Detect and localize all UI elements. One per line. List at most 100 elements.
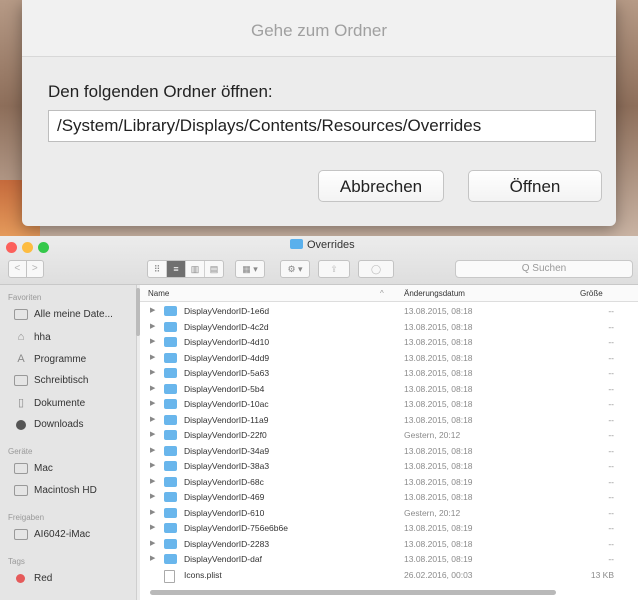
sidebar-item-mac[interactable]: Mac bbox=[14, 463, 53, 474]
desktop-icon bbox=[14, 375, 28, 386]
file-size: -- bbox=[608, 414, 614, 425]
disclosure-triangle-icon[interactable]: ▶ bbox=[150, 399, 155, 407]
sidebar-header-devices: Geräte bbox=[8, 447, 33, 456]
modified-date: 13.08.2015, 08:18 bbox=[404, 399, 473, 409]
list-view-button[interactable]: ≡ bbox=[167, 261, 186, 277]
table-row[interactable]: ▶ DisplayVendorID-4d10 13.08.2015, 08:18 -- bbox=[140, 334, 638, 349]
forward-button[interactable]: > bbox=[27, 261, 44, 277]
sidebar-item-applications[interactable]: A Programme bbox=[14, 353, 86, 365]
table-row[interactable]: ▶ DisplayVendorID-daf 13.08.2015, 08:19 -- bbox=[140, 551, 638, 566]
column-header-name[interactable]: Name bbox=[148, 289, 169, 298]
modified-date: 13.08.2015, 08:18 bbox=[404, 445, 473, 456]
sidebar-item-downloads[interactable]: Downloads bbox=[14, 419, 83, 430]
table-row[interactable]: ▶ DisplayVendorID-5a63 13.08.2015, 08:18 -- bbox=[140, 365, 638, 380]
computer-icon bbox=[14, 463, 28, 474]
disclosure-triangle-icon[interactable]: ▶ bbox=[150, 492, 155, 500]
table-row[interactable]: ▶ DisplayVendorID-22f0 Gestern, 20:12 -- bbox=[140, 427, 638, 442]
sidebar-item-all-files[interactable]: Alle meine Date... bbox=[14, 309, 113, 320]
back-button[interactable]: < bbox=[9, 261, 27, 277]
disclosure-triangle-icon[interactable]: ▶ bbox=[150, 508, 155, 516]
disclosure-triangle-icon[interactable]: ▶ bbox=[150, 353, 155, 361]
table-row[interactable]: ▶ DisplayVendorID-38a3 13.08.2015, 08:18 -- bbox=[140, 458, 638, 473]
sidebar-item-label: Alle meine Date... bbox=[34, 309, 113, 320]
applications-icon: A bbox=[17, 353, 25, 365]
folder-path-input[interactable]: /System/Library/Displays/Contents/Resour… bbox=[48, 110, 596, 142]
close-window-button[interactable] bbox=[6, 242, 17, 253]
folder-icon bbox=[164, 445, 177, 456]
disclosure-triangle-icon[interactable]: ▶ bbox=[150, 523, 155, 531]
disclosure-triangle-icon[interactable]: ▶ bbox=[150, 415, 155, 423]
horizontal-scrollbar[interactable] bbox=[150, 590, 556, 595]
sidebar-item-label: Programme bbox=[34, 353, 87, 365]
arrange-icon[interactable]: ▦ ▾ bbox=[236, 261, 264, 277]
dialog-title: Gehe zum Ordner bbox=[22, 0, 616, 57]
column-view-button[interactable]: ▥ bbox=[186, 261, 205, 277]
icon-view-button[interactable]: ⠿ bbox=[148, 261, 167, 277]
table-row[interactable]: ▶ DisplayVendorID-10ac 13.08.2015, 08:18 -- bbox=[140, 396, 638, 411]
file-size: -- bbox=[608, 383, 614, 394]
nav-buttons: < > bbox=[8, 260, 44, 278]
file-size: -- bbox=[608, 368, 614, 378]
table-row[interactable]: Icons.plist 26.02.2016, 00:03 13 KB bbox=[140, 567, 638, 583]
disclosure-triangle-icon[interactable]: ▶ bbox=[150, 461, 155, 469]
file-size: -- bbox=[608, 306, 614, 316]
table-row[interactable]: ▶ DisplayVendorID-11a9 13.08.2015, 08:18 -- bbox=[140, 412, 638, 427]
cancel-button[interactable]: Abbrechen bbox=[318, 170, 444, 202]
sidebar-item-macintosh-hd[interactable]: Macintosh HD bbox=[14, 485, 97, 496]
sidebar-item-home[interactable]: ⌂ hha bbox=[14, 331, 51, 343]
folder-icon bbox=[164, 352, 177, 363]
table-row[interactable]: ▶ DisplayVendorID-4dd9 13.08.2015, 08:18 -- bbox=[140, 350, 638, 365]
modified-date: 13.08.2015, 08:19 bbox=[404, 523, 473, 533]
folder-icon bbox=[164, 337, 177, 347]
disclosure-triangle-icon[interactable]: ▶ bbox=[150, 477, 155, 485]
column-header-size[interactable]: Größe bbox=[580, 289, 603, 298]
cover-flow-button[interactable]: ▤ bbox=[205, 261, 223, 277]
tag-icon[interactable]: ◯ bbox=[359, 261, 393, 277]
disclosure-triangle-icon[interactable]: ▶ bbox=[150, 368, 155, 376]
folder-icon bbox=[164, 554, 177, 564]
disclosure-triangle-icon[interactable]: ▶ bbox=[150, 446, 155, 454]
disclosure-triangle-icon[interactable]: ▶ bbox=[150, 384, 155, 392]
search-field[interactable]: Q Suchen bbox=[455, 260, 633, 278]
table-row[interactable]: ▶ DisplayVendorID-68c 13.08.2015, 08:19 -- bbox=[140, 474, 638, 489]
table-row[interactable]: ▶ DisplayVendorID-2283 13.08.2015, 08:18 -- bbox=[140, 536, 638, 551]
modified-date: Gestern, 20:12 bbox=[404, 507, 461, 518]
file-name: DisplayVendorID-10ac bbox=[184, 399, 269, 409]
zoom-window-button[interactable] bbox=[38, 242, 49, 253]
disclosure-triangle-icon[interactable]: ▶ bbox=[150, 554, 155, 562]
table-row[interactable]: ▶ DisplayVendorID-610 Gestern, 20:12 -- bbox=[140, 505, 638, 520]
table-row[interactable]: ▶ DisplayVendorID-469 13.08.2015, 08:18 -- bbox=[140, 489, 638, 504]
gear-icon[interactable]: ⚙ ▾ bbox=[281, 261, 309, 277]
disclosure-triangle-icon[interactable]: ▶ bbox=[150, 430, 155, 438]
table-row[interactable]: ▶ DisplayVendorID-34a9 13.08.2015, 08:18 -- bbox=[140, 443, 638, 458]
minimize-window-button[interactable] bbox=[22, 242, 33, 253]
folder-icon bbox=[164, 383, 177, 394]
modified-date: Gestern, 20:12 bbox=[404, 430, 461, 440]
disclosure-triangle-icon[interactable]: ▶ bbox=[150, 306, 155, 314]
file-size: -- bbox=[608, 430, 614, 440]
sidebar-item-documents[interactable]: ▯ Dokumente bbox=[14, 397, 85, 409]
sidebar-item-label: Red bbox=[34, 573, 53, 584]
sidebar-item-shared-imac[interactable]: AI6042-iMac bbox=[14, 529, 90, 540]
window-title-label: Overrides bbox=[307, 239, 355, 251]
sidebar-item-tag-red[interactable]: Red bbox=[14, 573, 52, 584]
share-icon[interactable]: ⇪ bbox=[319, 261, 349, 277]
open-button[interactable]: Öffnen bbox=[468, 170, 602, 202]
disclosure-triangle-icon[interactable]: ▶ bbox=[150, 337, 155, 345]
modified-date: 13.08.2015, 08:18 bbox=[404, 337, 473, 347]
disclosure-triangle-icon[interactable]: ▶ bbox=[150, 539, 155, 547]
sidebar-item-desktop[interactable]: Schreibtisch bbox=[14, 375, 88, 386]
column-header-date[interactable]: Änderungsdatum bbox=[404, 289, 465, 298]
sidebar-header-shared: Freigaben bbox=[8, 513, 45, 522]
action-menu: ⚙ ▾ bbox=[280, 260, 310, 278]
sidebar-header-favorites: Favoriten bbox=[8, 293, 42, 302]
table-row[interactable]: ▶ DisplayVendorID-4c2d 13.08.2015, 08:18 -- bbox=[140, 319, 638, 334]
share-button: ⇪ bbox=[318, 260, 350, 278]
disclosure-triangle-icon[interactable]: ▶ bbox=[150, 322, 155, 330]
download-icon bbox=[16, 419, 26, 430]
table-row[interactable]: ▶ DisplayVendorID-1e6d 13.08.2015, 08:18 -- bbox=[140, 303, 638, 318]
file-size: -- bbox=[608, 352, 614, 363]
table-row[interactable]: ▶ DisplayVendorID-756e6b6e 13.08.2015, 08:… bbox=[140, 520, 638, 535]
file-size: -- bbox=[608, 399, 614, 409]
table-row[interactable]: ▶ DisplayVendorID-5b4 13.08.2015, 08:18 -- bbox=[140, 381, 638, 396]
